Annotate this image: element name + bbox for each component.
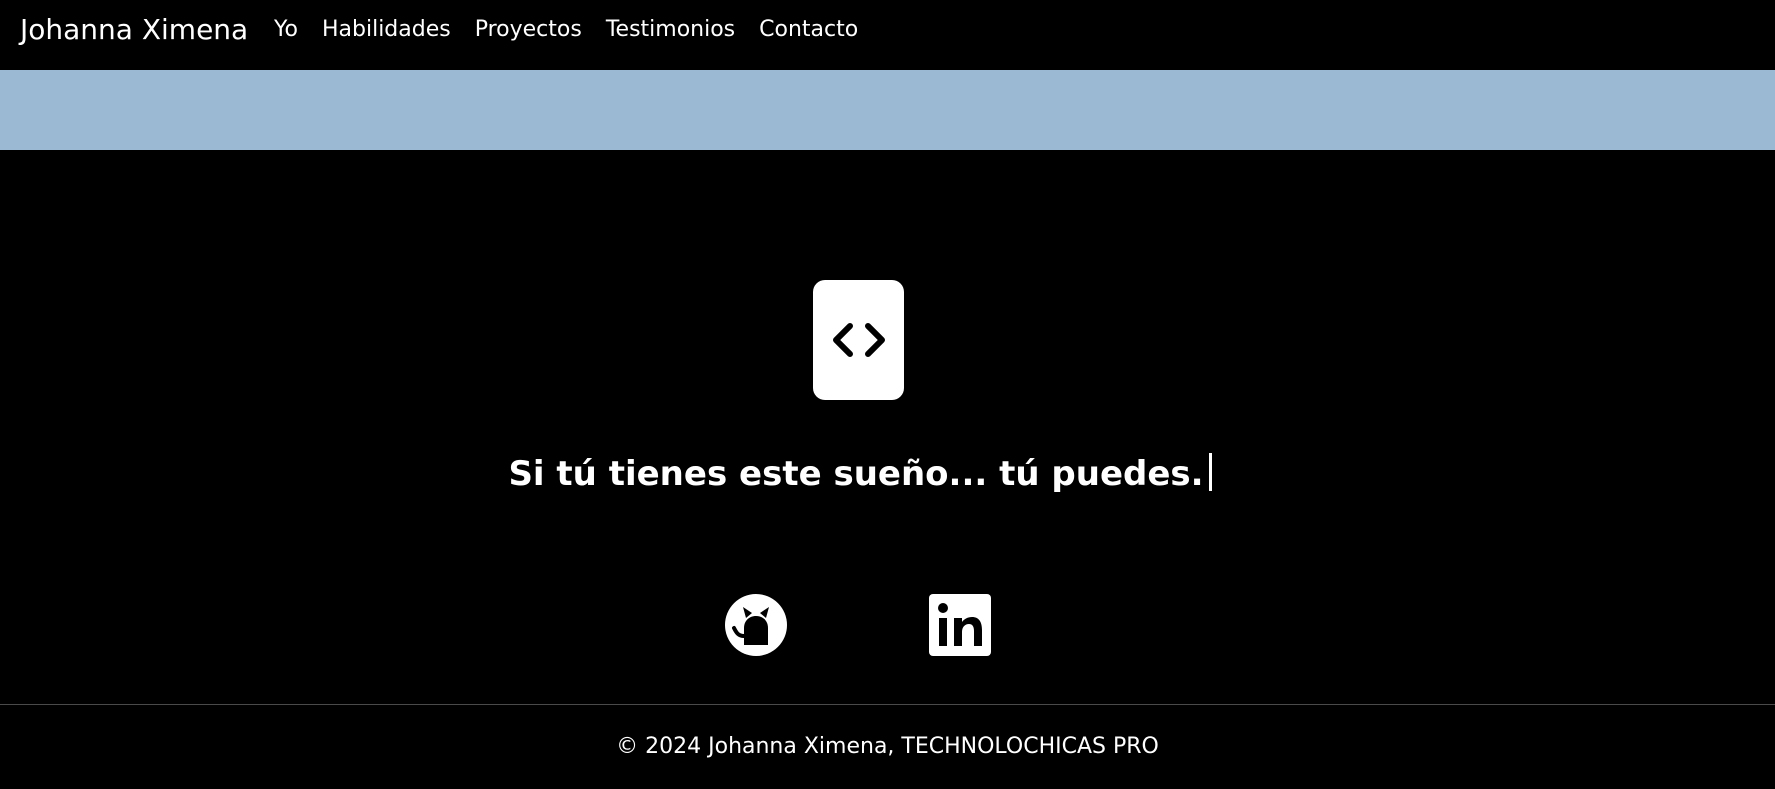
- linkedin-link[interactable]: [929, 594, 991, 656]
- nav-menu: Yo Habilidades Proyectos Testimonios Con…: [274, 13, 858, 47]
- nav-link-proyectos[interactable]: Proyectos: [475, 13, 582, 47]
- nav-link-habilidades[interactable]: Habilidades: [322, 13, 451, 47]
- nav-link-testimonios[interactable]: Testimonios: [606, 13, 735, 47]
- typing-cursor: [1208, 453, 1212, 491]
- hero-tagline-text: Si tú tienes este sueño... tú puedes.: [508, 454, 1204, 494]
- nav-link-yo[interactable]: Yo: [274, 13, 298, 47]
- github-link[interactable]: [725, 594, 787, 656]
- hero-banner: [0, 70, 1775, 150]
- brand-link[interactable]: Johanna Ximena: [20, 10, 248, 50]
- nav-link-contacto[interactable]: Contacto: [759, 13, 858, 47]
- site-footer: © 2024 Johanna Ximena, TECHNOLOCHICAS PR…: [0, 705, 1775, 789]
- top-navbar: Johanna Ximena Yo Habilidades Proyectos …: [0, 0, 1775, 70]
- linkedin-icon: [929, 594, 991, 656]
- hero-section: Si tú tienes este sueño... tú puedes.: [0, 150, 1775, 705]
- github-icon: [725, 594, 787, 656]
- footer-copyright: © 2024 Johanna Ximena, TECHNOLOCHICAS PR…: [616, 734, 1159, 759]
- code-brackets-icon: [813, 280, 904, 400]
- hero-tagline: Si tú tienes este sueño... tú puedes.: [0, 450, 1720, 498]
